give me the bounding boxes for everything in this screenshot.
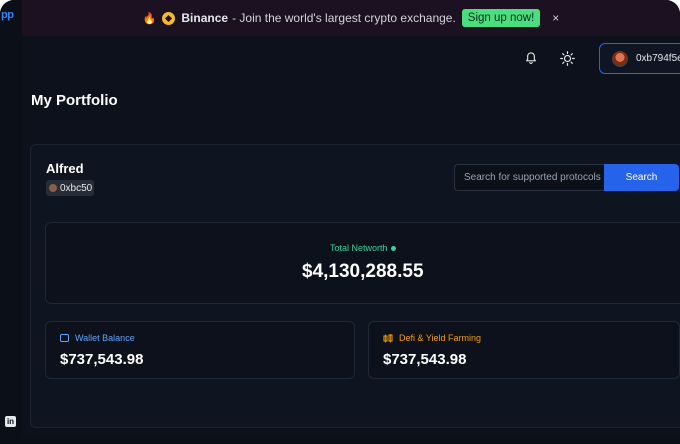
avatar bbox=[49, 184, 57, 192]
info-icon[interactable] bbox=[390, 246, 396, 252]
bottom-strip bbox=[22, 436, 680, 444]
defi-icon bbox=[383, 333, 393, 342]
bell-icon[interactable] bbox=[524, 51, 538, 65]
page-title: My Portfolio bbox=[31, 92, 118, 109]
networth-label-row: Total Networth bbox=[330, 243, 396, 253]
user-address: 0xbc50 bbox=[60, 182, 93, 194]
defi-label: Defi & Yield Farming bbox=[399, 333, 482, 343]
defi-card[interactable] bbox=[368, 321, 680, 379]
banner-brand: Binance bbox=[181, 11, 229, 25]
wallet-balance-label-row: Wallet Balance bbox=[60, 333, 135, 343]
linkedin-icon[interactable]: in bbox=[5, 416, 16, 427]
binance-icon bbox=[162, 11, 176, 25]
wallet-balance-label: Wallet Balance bbox=[75, 333, 135, 343]
app-logo[interactable]: pp bbox=[1, 9, 14, 21]
sun-icon[interactable] bbox=[560, 51, 575, 66]
wallet-address: 0xb794f5e bbox=[636, 53, 680, 64]
search-button[interactable]: Search bbox=[604, 164, 679, 191]
fire-icon: 🔥 bbox=[142, 12, 157, 25]
wallet-connect-button[interactable]: 0xb794f5e bbox=[599, 43, 680, 74]
user-address-chip[interactable]: 0xbc50 bbox=[46, 180, 94, 196]
networth-value: $4,130,288.55 bbox=[302, 261, 424, 282]
wallet-icon bbox=[60, 334, 69, 342]
search-input[interactable] bbox=[454, 164, 604, 191]
promo-banner: 🔥 Binance - Join the world's largest cry… bbox=[22, 0, 680, 36]
signup-button[interactable]: Sign up now! bbox=[461, 9, 541, 27]
wallet-balance-card[interactable] bbox=[45, 321, 355, 379]
app-window: pp in 🔥 Binance - Join the world's large… bbox=[0, 0, 680, 444]
avatar bbox=[612, 50, 628, 67]
wallet-balance-value: $737,543.98 bbox=[60, 351, 144, 368]
close-icon[interactable]: × bbox=[552, 11, 559, 25]
banner-message: - Join the world's largest crypto exchan… bbox=[232, 11, 456, 25]
defi-value: $737,543.98 bbox=[383, 351, 467, 368]
left-rail: pp in bbox=[0, 0, 22, 444]
defi-label-row: Defi & Yield Farming bbox=[383, 333, 481, 343]
user-name: Alfred bbox=[46, 161, 84, 176]
networth-label: Total Networth bbox=[330, 243, 388, 253]
